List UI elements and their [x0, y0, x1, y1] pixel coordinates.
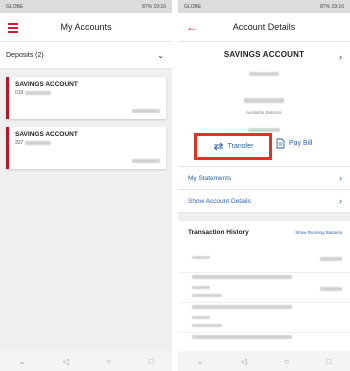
- deposits-section-header[interactable]: Deposits (2) ⌄: [0, 42, 172, 69]
- chevron-right-icon[interactable]: ›: [339, 52, 342, 62]
- nav-home-icon[interactable]: ○: [284, 357, 289, 366]
- app-bar: My Accounts: [0, 13, 172, 42]
- transfer-button[interactable]: Transfer: [194, 133, 272, 160]
- app-bar: ← Account Details: [178, 13, 350, 42]
- nav-back-icon[interactable]: ◁: [241, 357, 247, 366]
- nav-down-icon[interactable]: ⌄: [19, 357, 26, 366]
- account-name: SAVINGS ACCOUNT: [15, 131, 78, 138]
- transaction-history-header: Transaction History Show Running Balance: [178, 221, 350, 243]
- show-account-details-label: Show Account Details: [188, 197, 251, 205]
- transaction-row[interactable]: [178, 303, 350, 340]
- transaction-history-title: Transaction History: [188, 228, 249, 236]
- account-summary: SAVINGS ACCOUNT › Available Balance Tota…: [178, 42, 350, 144]
- account-details-screen: GLOBE 87% 19:16 ← Account Details SAVING…: [178, 0, 350, 371]
- account-actions: Transfer Pay Bill: [178, 133, 350, 167]
- transfer-icon: [213, 142, 223, 151]
- battery-time: 87% 19:16: [320, 3, 344, 10]
- deposits-label: Deposits (2): [6, 51, 44, 59]
- redacted-available-balance: [244, 98, 284, 104]
- account-name: SAVINGS ACCOUNT: [223, 50, 305, 59]
- redacted-account-number: [249, 71, 279, 76]
- page-title: Account Details: [232, 22, 296, 32]
- account-number: 010: [15, 90, 160, 96]
- menu-icon[interactable]: [8, 23, 18, 35]
- redacted-number: [24, 90, 51, 95]
- transfer-label: Transfer: [227, 143, 254, 150]
- redacted-number: [24, 140, 51, 145]
- account-name: SAVINGS ACCOUNT: [15, 81, 78, 88]
- account-number: 337: [15, 140, 160, 146]
- pay-bill-button[interactable]: Pay Bill: [276, 138, 312, 149]
- transaction-row[interactable]: [178, 243, 350, 297]
- system-nav-bar: ⌄ ◁ ○ □: [0, 351, 172, 371]
- section-divider: [178, 213, 350, 221]
- nav-down-icon[interactable]: ⌄: [197, 357, 204, 366]
- chevron-right-icon: ›: [339, 196, 342, 206]
- carrier-label: GLOBE: [184, 3, 202, 10]
- nav-home-icon[interactable]: ○: [106, 357, 111, 366]
- account-card-1[interactable]: SAVINGS ACCOUNT 010: [6, 77, 166, 119]
- carrier-label: GLOBE: [6, 3, 24, 10]
- nav-recents-icon[interactable]: □: [148, 357, 153, 366]
- redacted-balance: [132, 109, 160, 113]
- redacted-total-balance: [248, 127, 280, 132]
- status-bar: GLOBE 87% 19:16: [178, 0, 350, 13]
- chevron-down-icon: ⌄: [157, 50, 164, 60]
- pay-bill-label: Pay Bill: [289, 140, 313, 147]
- nav-back-icon[interactable]: ◁: [63, 357, 69, 366]
- chevron-right-icon: ›: [339, 173, 342, 183]
- available-balance-label: Available Balance: [246, 110, 282, 115]
- status-bar: GLOBE 87% 19:16: [0, 0, 172, 13]
- bill-icon: [276, 138, 285, 149]
- my-accounts-screen: GLOBE 87% 19:16 My Accounts Deposits (2)…: [0, 0, 172, 371]
- my-statements-link[interactable]: My Statements ›: [178, 167, 350, 190]
- page-title: My Accounts: [60, 22, 112, 32]
- my-statements-label: My Statements: [188, 174, 232, 182]
- show-running-balance-link[interactable]: Show Running Balance: [295, 230, 342, 235]
- show-account-details-link[interactable]: Show Account Details ›: [178, 190, 350, 213]
- battery-time: 87% 19:16: [142, 3, 166, 10]
- redacted-balance: [132, 159, 160, 163]
- back-arrow-icon[interactable]: ←: [186, 20, 198, 34]
- system-nav-bar: ⌄ ◁ ○ □: [178, 351, 350, 371]
- nav-recents-icon[interactable]: □: [326, 357, 331, 366]
- transaction-row[interactable]: [178, 273, 350, 327]
- account-card-2[interactable]: SAVINGS ACCOUNT 337: [6, 127, 166, 169]
